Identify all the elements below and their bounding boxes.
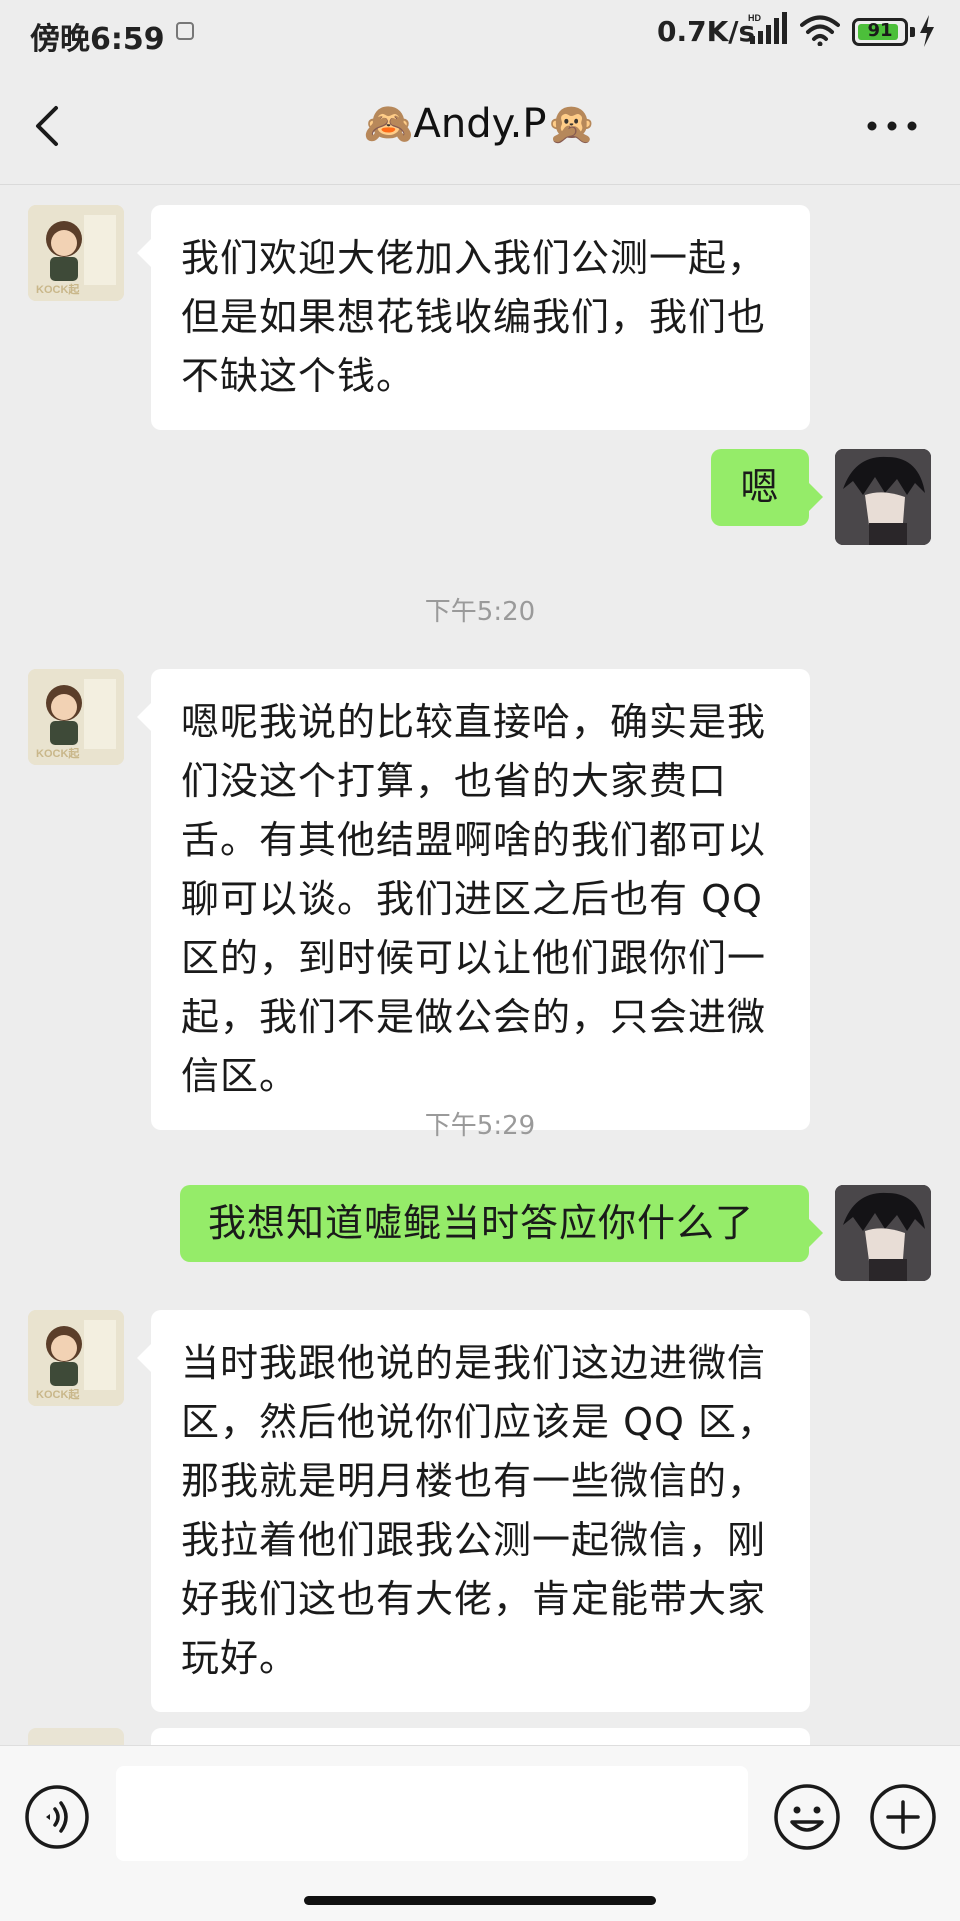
incoming-message-partial[interactable]	[151, 1728, 810, 1745]
status-time: 傍晚6:59	[30, 22, 165, 57]
chat-title: 🙈Andy.P🙊	[363, 101, 597, 147]
battery-icon: 91	[852, 18, 908, 46]
incoming-message[interactable]: 当时我跟他说的是我们这边进微信区，然后他说你们应该是 QQ 区，那我就是明月楼也…	[137, 1310, 810, 1712]
incoming-message[interactable]: 嗯呢我说的比较直接哈，确实是我们没这个打算，也省的大家费口舌。有其他结盟啊啥的我…	[137, 669, 810, 1130]
contact-avatar[interactable]: KOCK起	[28, 1310, 124, 1406]
emoji-icon[interactable]	[772, 1782, 842, 1852]
battery-level: 91	[867, 20, 893, 41]
charging-icon	[920, 15, 934, 47]
outgoing-message[interactable]: 嗯	[711, 449, 823, 526]
timestamp: 下午5:20	[424, 597, 536, 627]
svg-text:KOCK起: KOCK起	[36, 1387, 80, 1401]
wifi-icon	[800, 15, 840, 46]
my-avatar[interactable]	[835, 1185, 931, 1281]
my-avatar[interactable]	[835, 449, 931, 545]
contact-avatar[interactable]: KOCK起	[28, 205, 124, 301]
input-bar	[0, 1745, 960, 1921]
contact-avatar[interactable]	[28, 1728, 124, 1745]
chat-header: 🙈Andy.P🙊	[0, 66, 960, 185]
contact-avatar[interactable]: KOCK起	[28, 669, 124, 765]
message-list[interactable]: KOCK起 我们欢迎大佬加入我们公测一起，但是如果想花钱收编我们，我们也不缺这个…	[0, 185, 960, 1745]
svg-text:KOCK起: KOCK起	[36, 282, 80, 296]
network-speed: 0.7K/s	[657, 15, 756, 48]
more-dots-icon[interactable]	[862, 96, 922, 156]
status-bar: 傍晚6:59 0.7K/s HD 91	[0, 0, 960, 66]
outgoing-message[interactable]: 我想知道嘘鲲当时答应你什么了	[180, 1185, 823, 1262]
message-input[interactable]	[116, 1766, 748, 1861]
timestamp: 下午5:29	[424, 1111, 536, 1141]
plus-icon[interactable]	[868, 1782, 938, 1852]
svg-text:HD: HD	[748, 13, 761, 23]
voice-icon[interactable]	[24, 1784, 90, 1850]
home-indicator[interactable]	[304, 1896, 656, 1905]
signal-hd-icon: HD	[748, 12, 787, 44]
svg-text:KOCK起: KOCK起	[36, 746, 80, 760]
notification-icon	[176, 22, 194, 40]
battery-tip	[910, 27, 915, 37]
incoming-message[interactable]: 我们欢迎大佬加入我们公测一起，但是如果想花钱收编我们，我们也不缺这个钱。	[137, 205, 810, 430]
